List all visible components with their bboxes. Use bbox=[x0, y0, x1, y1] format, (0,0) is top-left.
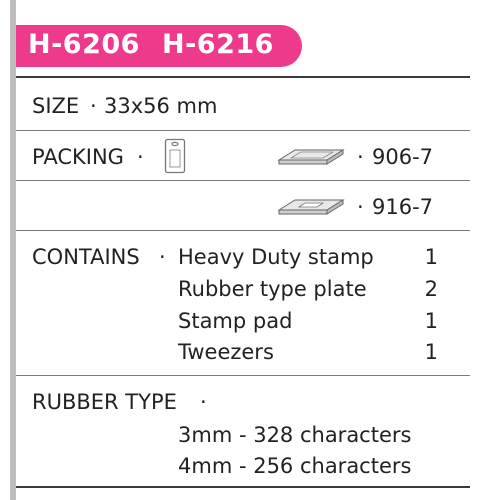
contains-item-qty: 2 bbox=[424, 277, 438, 301]
contains-bullet: · bbox=[159, 245, 166, 269]
rubber-type-label: RUBBER TYPE bbox=[32, 390, 177, 414]
rubber-type-bullet: · bbox=[200, 390, 207, 414]
rubber-type-option: 4mm - 256 characters bbox=[178, 454, 412, 478]
divider bbox=[16, 230, 470, 231]
divider bbox=[16, 130, 470, 131]
model-number: H-6216 bbox=[162, 29, 274, 60]
size-bullet: · bbox=[90, 94, 97, 118]
size-label: SIZE bbox=[32, 94, 80, 118]
contains-item-name: Heavy Duty stamp bbox=[178, 245, 374, 269]
contains-item-name: Rubber type plate bbox=[178, 277, 367, 301]
divider bbox=[16, 375, 470, 376]
packing-option-code: 906-7 bbox=[372, 145, 434, 169]
divider bbox=[16, 180, 470, 181]
packing-label: PACKING bbox=[32, 145, 124, 169]
tray-box-icon bbox=[277, 199, 345, 215]
contains-item-qty: 1 bbox=[424, 245, 438, 269]
packing-option-bullet: · bbox=[357, 195, 364, 219]
model-number: H-6206 bbox=[28, 29, 140, 60]
divider bbox=[16, 486, 470, 488]
contains-item-qty: 1 bbox=[424, 340, 438, 364]
rubber-type-option: 3mm - 328 characters bbox=[178, 423, 412, 447]
model-header: H-6206 H-6216 bbox=[16, 25, 302, 67]
contains-item-qty: 1 bbox=[424, 309, 438, 333]
size-value: 33x56 mm bbox=[104, 94, 218, 118]
packing-option-bullet: · bbox=[357, 145, 364, 169]
divider bbox=[16, 76, 470, 78]
contains-item-name: Tweezers bbox=[178, 340, 274, 364]
packing-bullet: · bbox=[137, 145, 144, 169]
tray-box-icon bbox=[277, 149, 345, 165]
contains-label: CONTAINS bbox=[32, 245, 140, 269]
left-accent-bar bbox=[10, 0, 16, 500]
contains-item-name: Stamp pad bbox=[178, 309, 293, 333]
packing-option-code: 916-7 bbox=[372, 195, 434, 219]
hanger-pack-icon bbox=[164, 138, 186, 174]
